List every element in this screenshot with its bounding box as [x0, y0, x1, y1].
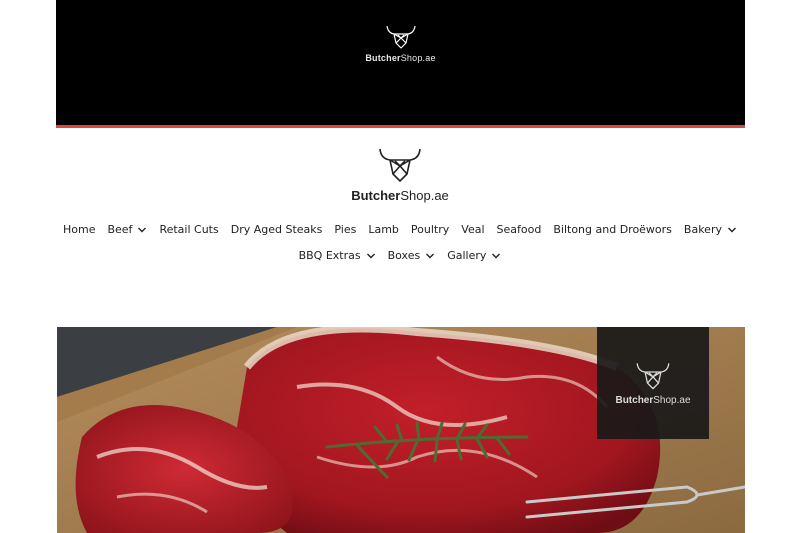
page: ButcherShop.ae ButcherShop.ae Home Beef Re…: [0, 0, 800, 533]
chevron-down-icon: [426, 253, 435, 258]
site-brand-name: ButcherShop.ae: [351, 188, 449, 203]
hero-image: ButcherShop.ae: [57, 327, 745, 533]
nav-item-biltong-and-dro-wors[interactable]: Biltong and Droëwors: [553, 223, 672, 236]
nav-item-label: Beef: [107, 223, 133, 236]
main-nav-row2: BBQ Extras Boxes Gallery: [0, 249, 800, 262]
nav-item-label: Retail Cuts: [159, 223, 219, 236]
chevron-down-icon: [138, 227, 147, 232]
top-banner: ButcherShop.ae: [56, 0, 745, 126]
nav-item-poultry[interactable]: Poultry: [411, 223, 449, 236]
nav-item-label: Veal: [461, 223, 485, 236]
bull-head-icon: [597, 361, 709, 391]
nav-item-label: Seafood: [496, 223, 542, 236]
nav-item-label: Bakery: [683, 223, 722, 236]
nav-item-retail-cuts[interactable]: Retail Cuts: [159, 223, 218, 236]
nav-item-bbq-extras[interactable]: BBQ Extras: [299, 249, 376, 262]
nav-item-veal[interactable]: Veal: [461, 223, 484, 236]
nav-item-beef[interactable]: Beef: [107, 223, 147, 236]
main-nav-row1: Home Beef Retail Cuts Dry Aged Steaks Pies La…: [0, 223, 800, 236]
hero-logo-overlay: ButcherShop.ae: [597, 327, 709, 439]
nav-item-label: Poultry: [410, 223, 450, 236]
nav-item-label: Biltong and Droëwors: [553, 223, 672, 236]
nav-item-home[interactable]: Home: [63, 223, 95, 236]
nav-item-bakery[interactable]: Bakery: [684, 223, 737, 236]
nav-item-label: Dry Aged Steaks: [230, 223, 323, 236]
top-banner-brand: ButcherShop.ae: [365, 53, 436, 63]
chevron-down-icon: [728, 227, 736, 232]
nav-item-label: Pies: [334, 223, 357, 236]
nav-item-gallery[interactable]: Gallery: [447, 249, 501, 262]
nav-item-dry-aged-steaks[interactable]: Dry Aged Steaks: [231, 223, 323, 236]
hero-brand-name: ButcherShop.ae: [615, 395, 691, 406]
site-logo[interactable]: ButcherShop.ae: [0, 146, 800, 203]
nav-item-label: Lamb: [368, 223, 399, 236]
chevron-down-icon: [492, 253, 501, 258]
nav-item-seafood[interactable]: Seafood: [497, 223, 542, 236]
nav-item-label: Boxes: [387, 249, 421, 262]
nav-item-label: BBQ Extras: [298, 249, 361, 262]
nav-item-label: Home: [62, 223, 96, 236]
nav-item-lamb[interactable]: Lamb: [368, 223, 399, 236]
nav-item-label: Gallery: [447, 249, 487, 262]
banner-accent-line: [56, 125, 745, 128]
chevron-down-icon: [366, 253, 375, 258]
nav-item-pies[interactable]: Pies: [334, 223, 356, 236]
top-banner-logo[interactable]: ButcherShop.ae: [56, 24, 745, 63]
bull-head-icon: [56, 24, 745, 50]
bull-head-icon: [0, 146, 800, 184]
nav-item-boxes[interactable]: Boxes: [388, 249, 436, 262]
